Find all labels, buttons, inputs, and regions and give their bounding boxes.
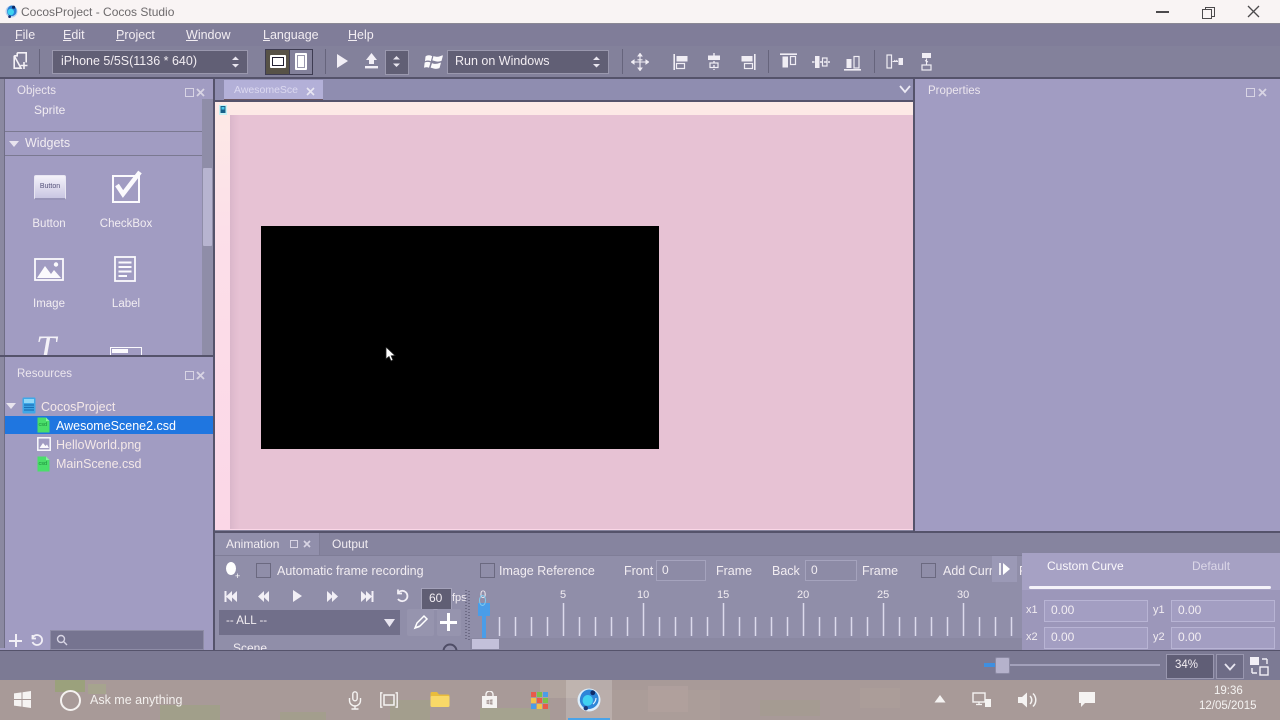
svg-text:csd: csd (39, 461, 48, 467)
svg-text:csd: csd (39, 422, 48, 428)
